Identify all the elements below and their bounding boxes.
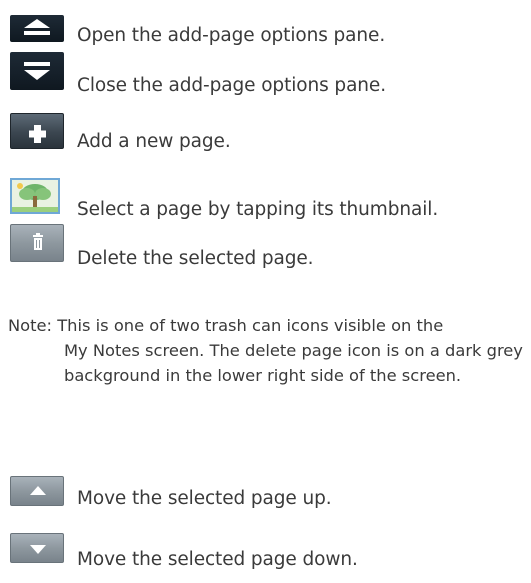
close-pane-icon [10, 52, 64, 90]
legend-label: Select a page by tapping its thumbnail. [77, 199, 439, 220]
legend-label: Move the selected page up. [77, 488, 332, 509]
note-first-line: Note: This is one of two trash can icons… [8, 313, 528, 338]
arrow-down-icon [10, 533, 64, 563]
note-rest-text: My Notes screen. The delete page icon is… [64, 341, 523, 385]
legend-label: Close the add-page options pane. [77, 75, 386, 96]
legend-label: Move the selected page down. [77, 549, 358, 570]
note-first-text: This is one of two trash can icons visib… [57, 316, 444, 335]
arrow-up-icon [10, 476, 64, 506]
note-prefix: Note: [8, 316, 58, 335]
legend-label: Add a new page. [77, 131, 231, 152]
legend-label: Open the add-page options pane. [77, 25, 386, 46]
open-pane-icon [10, 15, 64, 42]
page-thumbnail-icon [10, 178, 60, 214]
note-paragraph: Note: This is one of two trash can icons… [8, 313, 528, 388]
plus-icon [10, 113, 64, 149]
legend-label: Delete the selected page. [77, 248, 314, 269]
trash-icon [10, 224, 64, 262]
